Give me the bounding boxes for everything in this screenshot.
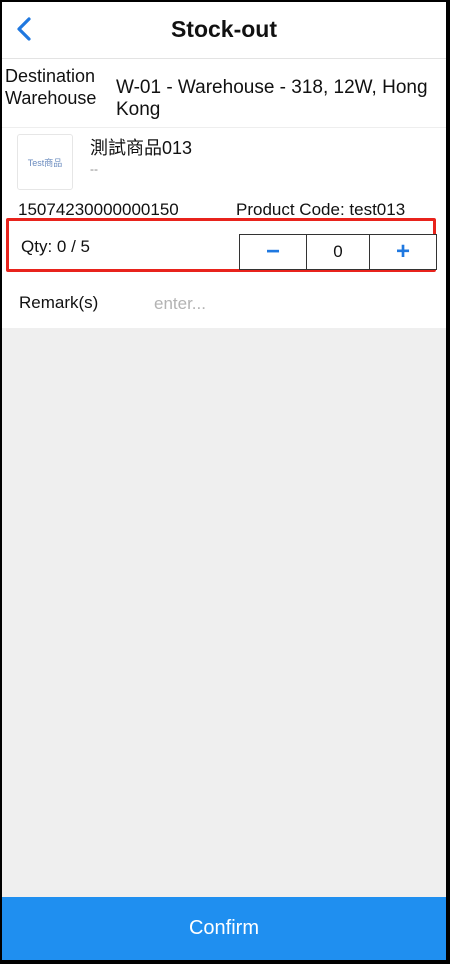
decrement-button[interactable]: − (240, 235, 306, 269)
quantity-label: Qty: 0 / 5 (21, 237, 90, 256)
thumbnail-text: Test商品 (27, 157, 63, 168)
product-code: Product Code: test013 (236, 200, 406, 219)
confirm-button[interactable]: Confirm (2, 897, 446, 960)
product-thumbnail: Test商品 (17, 134, 73, 190)
page-title: Stock-out (170, 16, 278, 42)
top-bar: Stock-out (2, 2, 446, 59)
destination-label: Destination Warehouse (5, 66, 97, 108)
quantity-value[interactable]: 0 (306, 235, 370, 269)
increment-button[interactable]: + (370, 235, 436, 269)
product-subtitle: -- (90, 162, 98, 176)
app-screen: Stock-out Destination Warehouse W-01 - W… (2, 2, 446, 960)
destination-value: W-01 - Warehouse - 318, 12W, Hong Kong (116, 77, 428, 120)
quantity-stepper: − 0 + (239, 234, 437, 270)
quantity-highlight-box: Qty: 0 / 5 − 0 + (6, 218, 437, 272)
product-barcode: 15074230000000150 (18, 200, 179, 219)
remark-label: Remark(s) (19, 293, 99, 312)
remark-input[interactable] (152, 288, 436, 320)
product-card: Test商品 測試商品013 -- 15074230000000150 Prod… (2, 128, 446, 328)
product-name: 測試商品013 (90, 138, 193, 158)
destination-row[interactable]: Destination Warehouse W-01 - Warehouse -… (2, 59, 446, 128)
